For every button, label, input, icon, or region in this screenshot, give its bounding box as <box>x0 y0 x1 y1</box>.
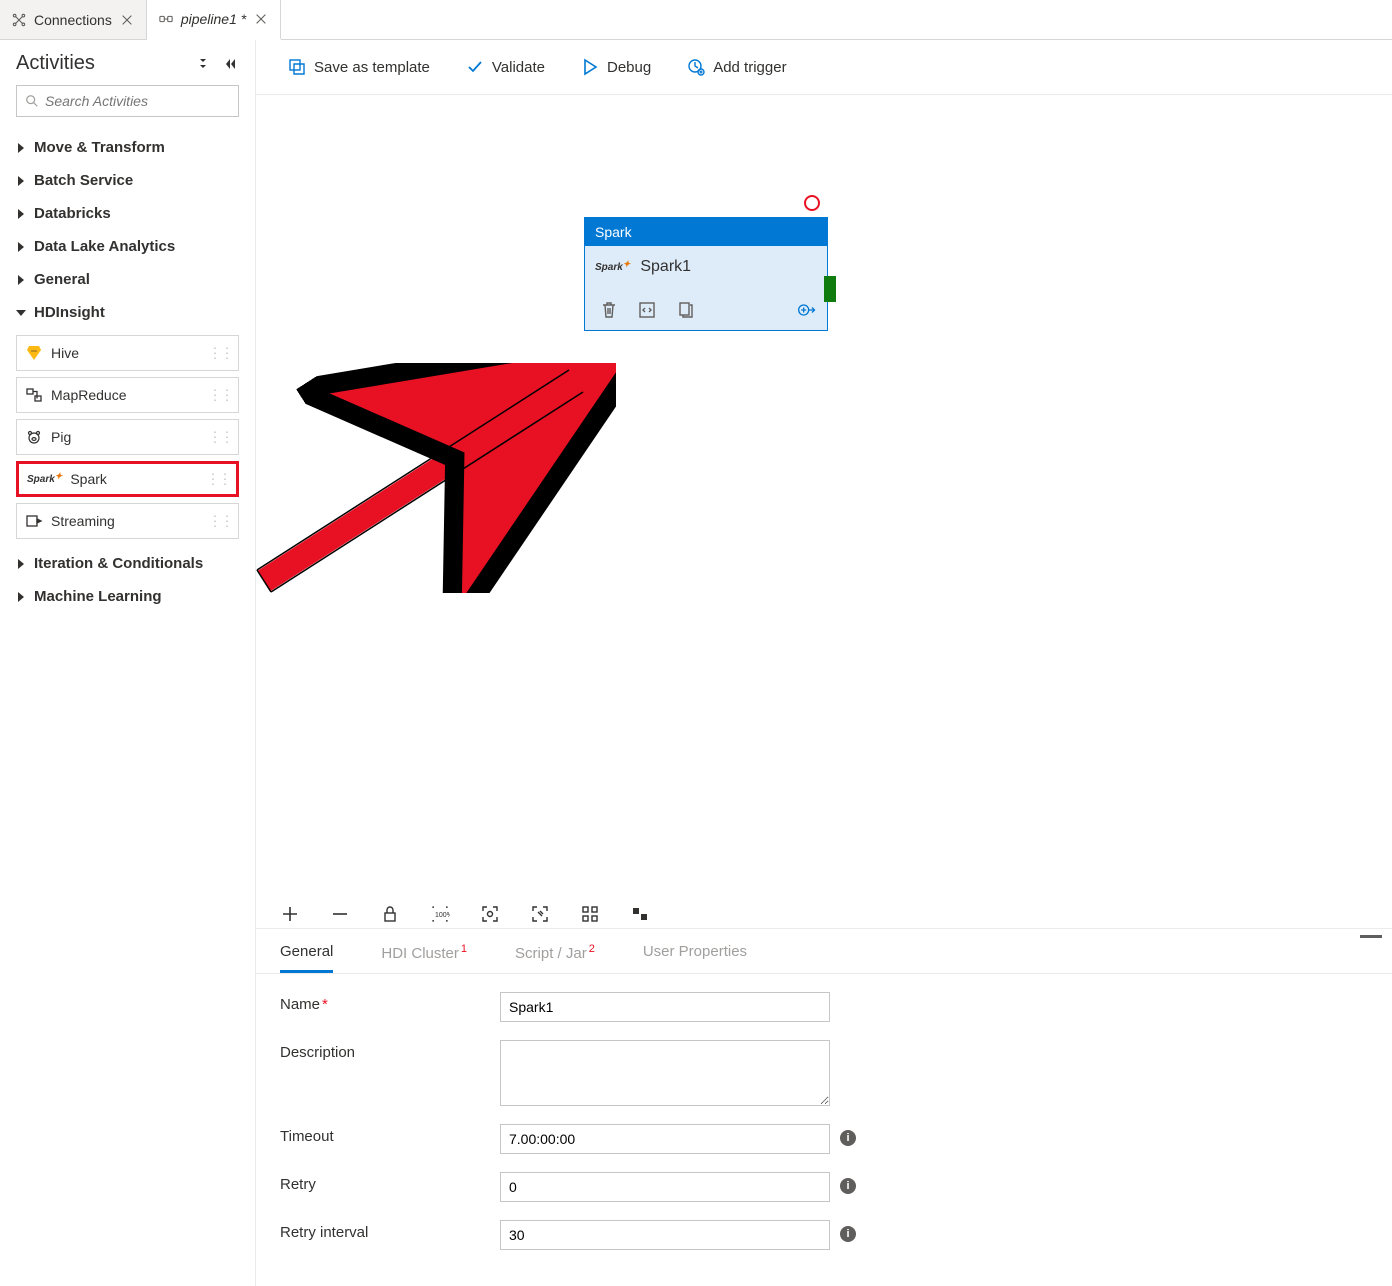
copy-icon[interactable] <box>675 300 695 320</box>
name-label: Name* <box>280 992 500 1013</box>
chevron-right-icon <box>16 242 26 252</box>
mapreduce-icon <box>25 386 43 404</box>
drag-grip-icon: ⋮⋮ <box>208 513 232 530</box>
activity-hive[interactable]: Hive ⋮⋮ <box>16 335 239 371</box>
auto-align-icon[interactable] <box>580 904 600 924</box>
add-output-icon[interactable] <box>797 300 817 320</box>
hive-icon <box>25 344 43 362</box>
category-general[interactable]: General <box>16 263 239 296</box>
tab-label: pipeline1 * <box>181 11 246 27</box>
activity-spark[interactable]: Spark✦ Spark ⋮⋮ <box>16 461 239 497</box>
category-iteration-conditionals[interactable]: Iteration & Conditionals <box>16 547 239 580</box>
info-icon[interactable]: i <box>840 1130 856 1146</box>
code-icon[interactable] <box>637 300 657 320</box>
activity-streaming[interactable]: Streaming ⋮⋮ <box>16 503 239 539</box>
fullscreen-icon[interactable] <box>530 904 550 924</box>
pipeline-canvas[interactable]: Spark Spark✦ Spark1 <box>256 95 1392 900</box>
search-activities[interactable] <box>16 85 239 117</box>
chevron-right-icon <box>16 143 26 153</box>
close-icon[interactable] <box>254 12 268 26</box>
collapse-panel-icon[interactable] <box>219 54 239 74</box>
tab-general[interactable]: General <box>280 943 333 973</box>
general-form: Name* Description Timeout i Retry i Retr… <box>256 974 1392 1286</box>
sidebar-title: Activities <box>16 52 95 75</box>
output-port[interactable] <box>824 276 836 302</box>
activity-mapreduce[interactable]: MapReduce ⋮⋮ <box>16 377 239 413</box>
description-label: Description <box>280 1040 500 1061</box>
check-icon <box>466 58 484 76</box>
trigger-icon <box>687 58 705 76</box>
status-indicator-icon <box>804 195 820 211</box>
spark-icon: Spark✦ <box>595 262 630 273</box>
reorder-icon[interactable] <box>630 904 650 924</box>
activity-pig[interactable]: Pig ⋮⋮ <box>16 419 239 455</box>
pig-icon <box>25 428 43 446</box>
save-template-icon <box>288 58 306 76</box>
zoom-100-icon[interactable]: 100% <box>430 904 450 924</box>
search-input[interactable] <box>45 93 230 109</box>
description-input[interactable] <box>500 1040 830 1106</box>
drag-grip-icon: ⋮⋮ <box>208 429 232 446</box>
zoom-in-icon[interactable] <box>280 904 300 924</box>
retry-input[interactable] <box>500 1172 830 1202</box>
tab-script-jar[interactable]: Script / Jar2 <box>515 943 595 973</box>
tab-pipeline1[interactable]: pipeline1 * <box>147 0 281 40</box>
info-icon[interactable]: i <box>840 1178 856 1194</box>
timeout-input[interactable] <box>500 1124 830 1154</box>
svg-text:100%: 100% <box>435 912 450 919</box>
pipeline-toolbar: Save as template Validate Debug Add trig… <box>256 40 1392 95</box>
timeout-label: Timeout <box>280 1124 500 1145</box>
spark-icon: Spark✦ <box>27 474 62 485</box>
canvas-toolbar: 100% <box>256 900 1392 929</box>
tab-bar: Connections pipeline1 * <box>0 0 1392 40</box>
tab-label: Connections <box>34 12 112 28</box>
drag-grip-icon: ⋮⋮ <box>208 387 232 404</box>
pipeline-icon <box>159 12 173 26</box>
delete-icon[interactable] <box>599 300 619 320</box>
activities-sidebar: Activities Move & Transform Batch Servic… <box>0 40 256 1286</box>
connections-icon <box>12 13 26 27</box>
retry-interval-input[interactable] <box>500 1220 830 1250</box>
tab-connections[interactable]: Connections <box>0 0 147 39</box>
category-machine-learning[interactable]: Machine Learning <box>16 580 239 613</box>
canvas-node-spark[interactable]: Spark Spark✦ Spark1 <box>584 217 828 331</box>
debug-button[interactable]: Debug <box>581 58 651 76</box>
chevron-down-icon <box>16 308 26 318</box>
node-name: Spark1 <box>640 258 691 276</box>
zoom-out-icon[interactable] <box>330 904 350 924</box>
chevron-right-icon <box>16 209 26 219</box>
retry-interval-label: Retry interval <box>280 1220 500 1241</box>
retry-label: Retry <box>280 1172 500 1193</box>
zoom-fit-icon[interactable] <box>480 904 500 924</box>
close-icon[interactable] <box>120 13 134 27</box>
chevron-right-icon <box>16 275 26 285</box>
category-move-transform[interactable]: Move & Transform <box>16 131 239 164</box>
save-as-template-button[interactable]: Save as template <box>288 58 430 76</box>
properties-tabs: General HDI Cluster1 Script / Jar2 User … <box>256 929 1392 974</box>
lock-icon[interactable] <box>380 904 400 924</box>
streaming-icon <box>25 512 43 530</box>
chevron-right-icon <box>16 592 26 602</box>
add-trigger-button[interactable]: Add trigger <box>687 58 786 76</box>
validate-button[interactable]: Validate <box>466 58 545 76</box>
category-data-lake-analytics[interactable]: Data Lake Analytics <box>16 230 239 263</box>
chevron-right-icon <box>16 176 26 186</box>
drag-grip-icon: ⋮⋮ <box>208 345 232 362</box>
expand-all-icon[interactable] <box>193 54 213 74</box>
play-icon <box>581 58 599 76</box>
node-header: Spark <box>585 218 827 246</box>
search-icon <box>25 94 39 108</box>
info-icon[interactable]: i <box>840 1226 856 1242</box>
category-databricks[interactable]: Databricks <box>16 197 239 230</box>
category-hdinsight[interactable]: HDInsight <box>16 296 239 329</box>
annotation-arrow-icon <box>246 363 616 593</box>
chevron-right-icon <box>16 559 26 569</box>
drag-grip-icon: ⋮⋮ <box>206 471 230 488</box>
category-batch-service[interactable]: Batch Service <box>16 164 239 197</box>
tab-user-properties[interactable]: User Properties <box>643 943 747 973</box>
name-input[interactable] <box>500 992 830 1022</box>
minimize-panel-icon[interactable] <box>1360 935 1382 939</box>
tab-hdi-cluster[interactable]: HDI Cluster1 <box>381 943 467 973</box>
